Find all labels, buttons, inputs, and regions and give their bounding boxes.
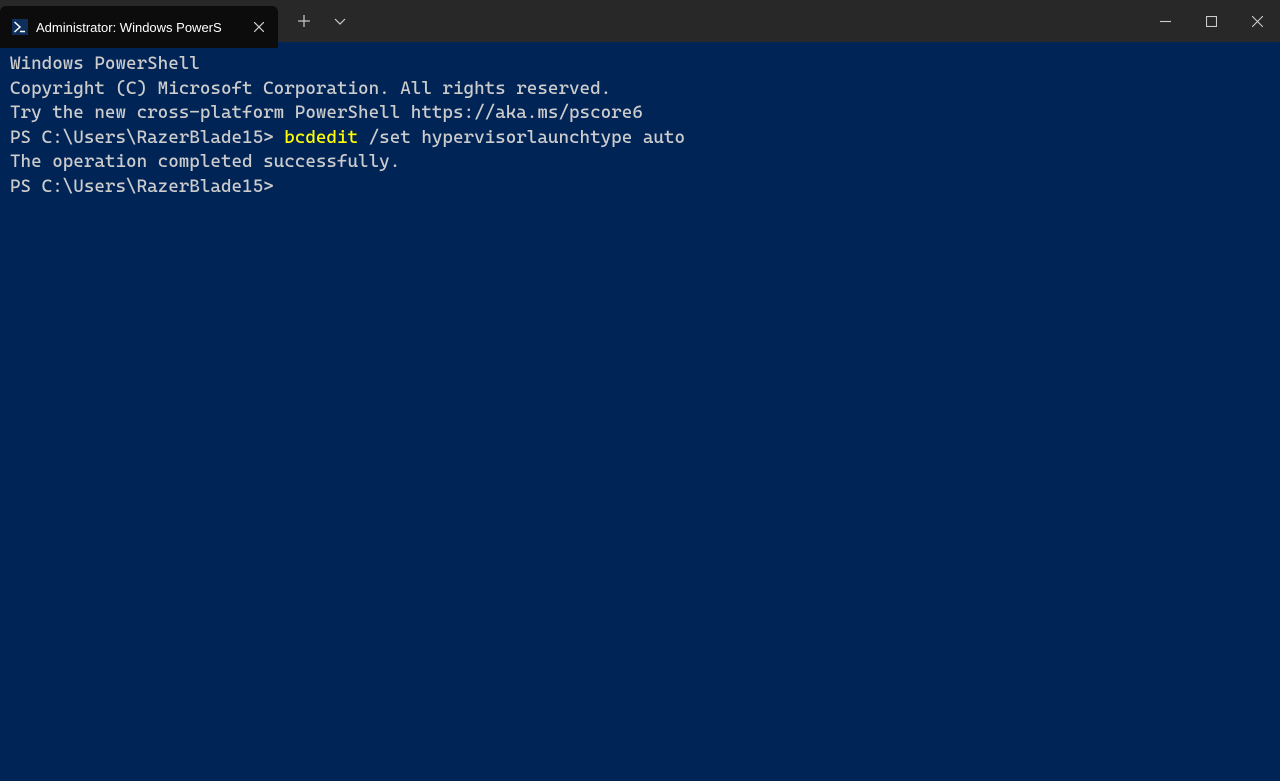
tab-dropdown-button[interactable] bbox=[322, 3, 358, 39]
window-controls bbox=[1142, 0, 1280, 42]
terminal-prompt-line: PS C:\Users\RazerBlade15> bbox=[10, 175, 1270, 200]
new-tab-button[interactable] bbox=[286, 3, 322, 39]
terminal-command-line: PS C:\Users\RazerBlade15> bcdedit /set h… bbox=[10, 126, 1270, 151]
command-args: /set hypervisorlaunchtype auto bbox=[358, 127, 685, 148]
tab-controls bbox=[278, 0, 358, 42]
tabs-section: Administrator: Windows PowerS bbox=[0, 0, 358, 42]
powershell-icon bbox=[12, 19, 28, 35]
terminal-output-line: Windows PowerShell bbox=[10, 52, 1270, 77]
tab-powershell[interactable]: Administrator: Windows PowerS bbox=[0, 6, 278, 48]
command-name: bcdedit bbox=[284, 127, 358, 148]
tab-title: Administrator: Windows PowerS bbox=[36, 20, 242, 35]
terminal-output-line: Copyright (C) Microsoft Corporation. All… bbox=[10, 77, 1270, 102]
maximize-button[interactable] bbox=[1188, 0, 1234, 42]
terminal-output-line: The operation completed successfully. bbox=[10, 150, 1270, 175]
terminal-output-line: Try the new cross-platform PowerShell ht… bbox=[10, 101, 1270, 126]
title-bar: Administrator: Windows PowerS bbox=[0, 0, 1280, 42]
terminal-area[interactable]: Windows PowerShell Copyright (C) Microso… bbox=[0, 42, 1280, 209]
minimize-button[interactable] bbox=[1142, 0, 1188, 42]
close-button[interactable] bbox=[1234, 0, 1280, 42]
tab-close-button[interactable] bbox=[250, 18, 268, 36]
prompt-text: PS C:\Users\RazerBlade15> bbox=[10, 127, 284, 148]
